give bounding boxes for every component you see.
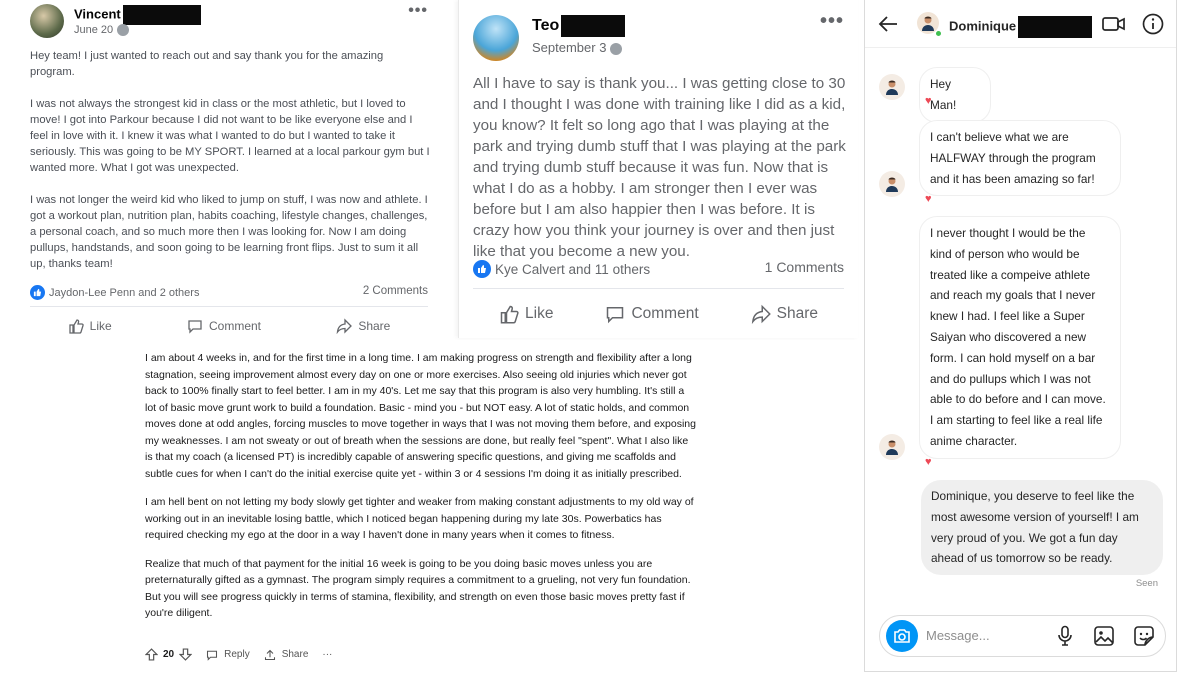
comment-action-bar: 20 Reply Share ··· <box>145 648 332 661</box>
post-paragraph: Hey team! I just wanted to reach out and… <box>30 50 384 78</box>
post-body: Hey team! I just wanted to reach out and… <box>30 48 430 288</box>
globe-icon <box>610 42 623 55</box>
reply-label: Reply <box>224 649 250 660</box>
vote-count: 20 <box>163 649 175 660</box>
seen-status: Seen <box>1135 578 1158 589</box>
more-dots-icon[interactable]: ••• <box>408 2 428 20</box>
post-date[interactable]: September 3 <box>532 40 623 55</box>
message-bubble-incoming[interactable]: I can't believe what we are HALFWAY thro… <box>919 120 1121 197</box>
like-thumb-icon <box>69 319 84 334</box>
author-name[interactable]: Teo <box>532 15 626 37</box>
comment-button[interactable]: Comment <box>187 318 261 334</box>
post-actions: Like Comment Share <box>473 304 844 324</box>
message-bubble-outgoing[interactable]: Dominique, you deserve to feel like the … <box>921 480 1163 576</box>
globe-icon <box>117 24 130 37</box>
like-thumb-icon <box>30 285 45 300</box>
instagram-dm-thread: Dominique Hey Man! ♥ I can't believe wha… <box>864 0 1177 672</box>
share-button[interactable]: Share <box>336 318 390 334</box>
comment-paragraph: I am hell bent on not letting my body sl… <box>145 496 694 541</box>
reply-button[interactable]: Reply <box>206 649 250 661</box>
message-bubble-incoming[interactable]: I never thought I would be the kind of p… <box>919 216 1121 459</box>
more-dots-icon[interactable]: ••• <box>820 10 844 33</box>
more-options-button[interactable]: ··· <box>322 649 332 660</box>
reactions-summary[interactable]: Kye Calvert and 11 others <box>473 260 650 278</box>
upvote-icon[interactable] <box>145 648 158 661</box>
facebook-post-teo: Teo September 3 ••• All I have to say is… <box>458 0 858 338</box>
contact-name[interactable]: Dominique <box>949 16 1093 38</box>
share-button[interactable]: Share <box>264 649 309 661</box>
share-button[interactable]: Share <box>751 304 818 324</box>
divider <box>30 306 428 307</box>
like-label: Like <box>89 319 112 333</box>
vote-controls: 20 <box>145 648 193 661</box>
comment-button[interactable]: Comment <box>605 304 699 324</box>
share-arrow-icon <box>264 649 275 660</box>
reddit-comment: I am about 4 weeks in, and for the first… <box>125 340 860 675</box>
sticker-icon[interactable] <box>1133 625 1155 647</box>
post-paragraph: I was not always the strongest kid in cl… <box>30 98 430 174</box>
like-thumb-icon <box>500 305 519 324</box>
share-arrow-icon <box>751 304 771 324</box>
video-call-icon[interactable] <box>1102 15 1126 33</box>
divider <box>473 288 844 289</box>
redaction-bar <box>561 15 626 37</box>
person-icon <box>886 177 898 192</box>
heart-icon: ♥ <box>925 193 932 205</box>
comments-count[interactable]: 2 Comments <box>363 285 428 297</box>
contact-avatar[interactable] <box>879 434 905 460</box>
message-composer: Message... <box>879 615 1166 657</box>
comment-paragraph: Realize that much of that payment for th… <box>145 557 691 620</box>
post-actions: Like Comment Share <box>30 318 428 334</box>
share-label: Share <box>358 319 391 333</box>
composer-icons <box>1055 625 1155 647</box>
post-body: All I have to say is thank you... I was … <box>473 75 846 260</box>
redaction-bar <box>122 5 201 25</box>
info-icon[interactable] <box>1142 13 1164 35</box>
like-button[interactable]: Like <box>68 318 112 334</box>
like-label: Like <box>525 305 554 322</box>
comment-paragraph: I am about 4 weeks in, and for the first… <box>145 352 696 480</box>
redaction-bar <box>1018 16 1093 38</box>
like-button[interactable]: Like <box>499 304 553 324</box>
camera-icon[interactable] <box>886 620 918 652</box>
post-date[interactable]: June 20 <box>74 24 130 37</box>
person-icon <box>886 80 898 95</box>
author-name[interactable]: Vincent <box>74 5 201 25</box>
like-thumb-icon <box>473 260 491 278</box>
comment-label: Comment <box>631 305 699 322</box>
comment-label: Comment <box>208 319 261 333</box>
reactions-summary[interactable]: Jaydon-Lee Penn and 2 others <box>30 285 199 300</box>
microphone-icon[interactable] <box>1055 625 1075 647</box>
contact-avatar[interactable] <box>879 171 905 197</box>
author-avatar[interactable] <box>473 15 519 61</box>
post-paragraph: I was not longer the weird kid who liked… <box>30 194 428 270</box>
reactions-text: Jaydon-Lee Penn and 2 others <box>49 286 200 299</box>
facebook-post-vincent: Vincent June 20 ••• Hey team! I just wan… <box>0 0 440 346</box>
message-input[interactable]: Message... <box>926 628 990 643</box>
author-avatar[interactable] <box>30 4 64 38</box>
reactions-text: Kye Calvert and 11 others <box>495 261 651 277</box>
contact-avatar[interactable] <box>879 74 905 100</box>
comments-count[interactable]: 1 Comments <box>765 259 844 275</box>
online-indicator <box>935 30 942 37</box>
share-label: Share <box>281 649 309 660</box>
comment-icon <box>607 307 624 324</box>
person-icon <box>922 16 934 31</box>
dm-header: Dominique <box>865 0 1176 48</box>
person-icon <box>886 440 898 455</box>
back-arrow-icon[interactable] <box>877 13 899 35</box>
share-arrow-icon <box>336 318 353 334</box>
heart-icon: ♥ <box>925 95 932 107</box>
comment-body: I am about 4 weeks in, and for the first… <box>145 350 697 634</box>
comment-icon <box>188 320 202 334</box>
image-icon[interactable] <box>1093 625 1115 647</box>
downvote-icon[interactable] <box>179 648 193 661</box>
heart-icon: ♥ <box>925 456 932 468</box>
share-label: Share <box>776 305 818 322</box>
comment-icon <box>207 650 218 661</box>
